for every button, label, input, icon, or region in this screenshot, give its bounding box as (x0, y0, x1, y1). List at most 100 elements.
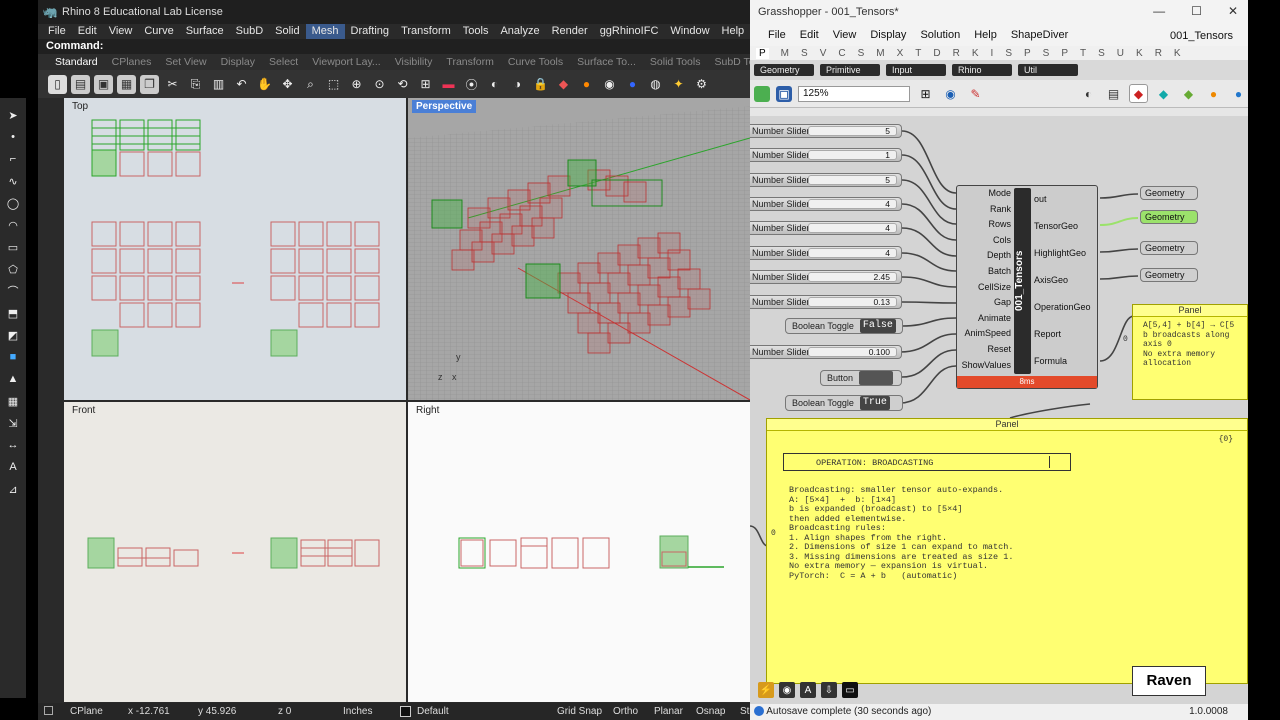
geometry-param-2[interactable]: Geometry (1140, 210, 1198, 224)
zoom-window-icon[interactable]: ⬚ (324, 75, 343, 94)
output-highlightgeo[interactable]: HighlightGeo (1034, 244, 1091, 271)
layer-icon[interactable]: ◆ (554, 75, 573, 94)
terminal-tool-icon[interactable]: ▭ (842, 682, 858, 698)
maximize-icon[interactable]: ☐ (1191, 4, 1202, 18)
zoom-extents-icon[interactable]: ⊞ (916, 84, 935, 103)
gh-tab[interactable]: P (1061, 48, 1068, 59)
dimension-icon[interactable]: ↔ (4, 436, 22, 454)
input-reset[interactable]: Reset (957, 342, 1014, 358)
gh-tab[interactable]: V (820, 48, 827, 59)
rhino-menu-render[interactable]: Render (546, 24, 594, 39)
toolbar-tab[interactable]: Select (262, 56, 305, 68)
number-slider-3[interactable]: Number Slider 5 (750, 173, 902, 187)
gh-tab[interactable]: D (933, 48, 940, 59)
toolbar-tab[interactable]: Viewport Lay... (305, 56, 387, 68)
arc-icon[interactable]: ◠ (4, 216, 22, 234)
toolbar-tab[interactable]: CPlanes (105, 56, 159, 68)
rotate-view-icon[interactable]: ✥ (278, 75, 297, 94)
viewport-title-top[interactable]: Top (68, 100, 92, 113)
number-slider-1[interactable]: Number Slider 5 (750, 124, 902, 138)
status-units[interactable]: Inches (343, 706, 372, 717)
boolean-toggle-false[interactable]: Boolean Toggle False (785, 318, 903, 334)
polyline-icon[interactable]: ⌐ (4, 150, 22, 168)
input-rows[interactable]: Rows (957, 217, 1014, 233)
status-gridsnap[interactable]: Grid Snap (557, 706, 602, 717)
shaded-preview-icon[interactable]: ▤ (1104, 84, 1123, 103)
input-mode[interactable]: Mode (957, 186, 1014, 202)
gh-tab[interactable]: M (876, 48, 884, 59)
perspective-viewport[interactable]: Perspective z yx (408, 98, 750, 400)
rhino-menu-view[interactable]: View (103, 24, 139, 39)
select-arrow-icon[interactable]: ➤ (4, 106, 22, 124)
point-icon[interactable]: • (4, 128, 22, 146)
output-tensorgeo[interactable]: TensorGeo (1034, 217, 1091, 244)
gh-menu-file[interactable]: File (761, 29, 793, 41)
material-ball-icon[interactable]: ● (1204, 84, 1223, 103)
align-tool-icon[interactable]: A (800, 682, 816, 698)
input-cols[interactable]: Cols (957, 233, 1014, 249)
viewport-title-right[interactable]: Right (412, 404, 443, 417)
toolbar-tab[interactable]: Surface To... (570, 56, 643, 68)
transform-icon[interactable]: ⇲ (4, 414, 22, 432)
mesh-icon[interactable]: ▦ (4, 392, 22, 410)
render-icon[interactable]: ● (623, 75, 642, 94)
toggle-value[interactable]: True (859, 396, 890, 410)
gh-tab[interactable]: K (1136, 48, 1143, 59)
sketch-pen-icon[interactable]: ✎ (966, 84, 985, 103)
gh-tab[interactable]: T (1080, 48, 1086, 59)
selected-preview-icon[interactable]: ◆ (1129, 84, 1148, 103)
gh-tab[interactable]: S (801, 48, 808, 59)
zoom-icon[interactable]: ⌕ (301, 75, 320, 94)
input-depth[interactable]: Depth (957, 248, 1014, 264)
slider-track[interactable]: 2.45 (808, 272, 897, 282)
solid-icon[interactable]: ▲ (4, 370, 22, 388)
rhino-menu-drafting[interactable]: Drafting (345, 24, 396, 39)
gh-tab[interactable]: S (1043, 48, 1050, 59)
gh-tab[interactable]: S (1005, 48, 1012, 59)
gh-menu-display[interactable]: Display (863, 29, 913, 41)
number-slider-5[interactable]: Number Slider 4 (750, 221, 902, 235)
preview-eye-icon[interactable]: ◉ (941, 84, 960, 103)
status-ortho[interactable]: Ortho (613, 706, 638, 717)
print-icon[interactable]: ▦ (117, 74, 136, 94)
status-osnap[interactable]: Osnap (696, 706, 725, 717)
tensors-component[interactable]: Mode Rank Rows Cols Depth Batch CellSize Gap Ani… (956, 185, 1098, 389)
output-formula[interactable]: Formula (1034, 352, 1091, 379)
slider-track[interactable]: 4 (808, 199, 897, 209)
big-panel[interactable]: Panel {0} 0 OPERATION: BROADCASTING Broa… (766, 418, 1248, 684)
toolbar-tab[interactable]: Set View (158, 56, 213, 68)
viewport-title-perspective[interactable]: Perspective (412, 100, 477, 113)
toggle-value[interactable]: False (859, 319, 896, 333)
extrude-icon[interactable]: ⬒ (4, 304, 22, 322)
gh-tab[interactable]: S (858, 48, 865, 59)
toolbar-tab[interactable]: SubD Tools (707, 56, 750, 68)
gh-canvas[interactable]: Number Slider 5 Number Slider 1 Number Slide… (750, 116, 1248, 704)
analyze-icon[interactable]: ⊿ (4, 480, 22, 498)
status-planar[interactable]: Planar (654, 706, 683, 717)
input-gap[interactable]: Gap (957, 295, 1014, 311)
right-viewport[interactable]: Right (408, 402, 750, 702)
gh-menu-shapediver[interactable]: ShapeDiver (1004, 29, 1075, 41)
top-viewport[interactable]: Top (64, 98, 406, 400)
slider-track[interactable]: 4 (808, 248, 897, 258)
gh-tab[interactable]: U (1117, 48, 1124, 59)
gh-tab[interactable]: K (972, 48, 979, 59)
number-slider-4[interactable]: Number Slider 4 (750, 197, 902, 211)
surface-icon[interactable]: ◩ (4, 326, 22, 344)
toolbar-tab[interactable]: Transform (439, 56, 500, 68)
input-showvalues[interactable]: ShowValues (957, 358, 1014, 374)
input-animspeed[interactable]: AnimSpeed (957, 326, 1014, 342)
toolbar-tab[interactable]: Visibility (388, 56, 440, 68)
plugin-icon[interactable]: ◆ (1179, 84, 1198, 103)
zoom-select[interactable]: 125% (798, 85, 910, 102)
undo-view-icon[interactable]: ⟲ (393, 75, 412, 94)
gh-menu-edit[interactable]: Edit (793, 29, 826, 41)
slider-track[interactable]: 1 (808, 150, 897, 160)
rhino-menu-solid[interactable]: Solid (269, 24, 305, 39)
gh-document-name[interactable]: 001_Tensors (1163, 30, 1240, 42)
rhino-menu-ggrhinoifc[interactable]: ggRhinoIFC (594, 24, 665, 39)
gh-tab[interactable]: P (1024, 48, 1031, 59)
select-icon[interactable]: ⦿ (462, 75, 481, 94)
slider-track[interactable]: 0.100 (808, 347, 897, 357)
light-icon[interactable]: ✦ (669, 75, 688, 94)
